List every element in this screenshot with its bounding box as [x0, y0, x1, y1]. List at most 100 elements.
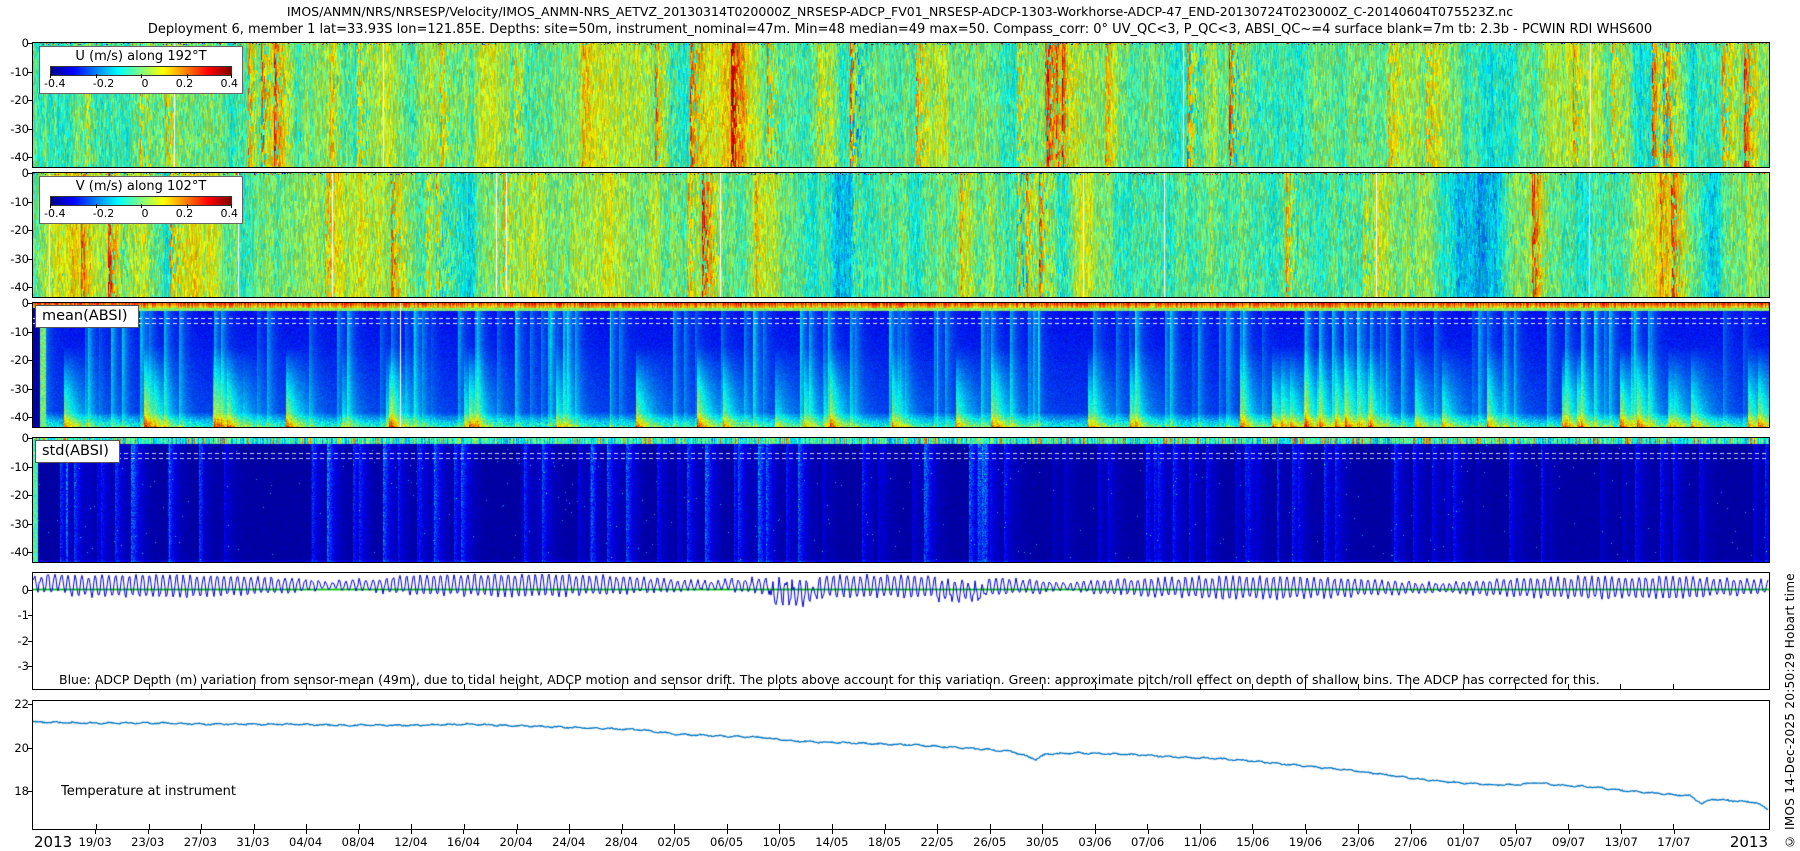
x-axis-tick-mark: [1568, 824, 1569, 829]
panel-temperature: Temperature at instrument 222018: [32, 700, 1770, 830]
x-axis-tick-label: 04/04: [289, 835, 322, 849]
x-axis-tick-mark: [517, 824, 518, 829]
panel-v-velocity: V (m/s) along 102°T -0.4-0.200.20.4 0-10…: [32, 172, 1770, 298]
x-axis-tick-mark: [1516, 830, 1517, 834]
y-axis-tick-mark: [28, 552, 33, 553]
y-axis-tick-label: -2: [0, 634, 29, 648]
copyright-watermark: © IMOS 14-Dec-2025 20:50:29 Hobart time: [1783, 573, 1797, 848]
v-colorbar-tick-labels: -0.4 -0.2 0 0.2 0.4: [44, 208, 238, 220]
y-axis-tick-mark: [28, 438, 33, 439]
y-axis-tick-mark: [28, 748, 33, 749]
x-axis-tick-mark: [306, 824, 307, 829]
y-axis-tick-mark: [28, 230, 33, 231]
x-axis-tick-label: 24/04: [552, 835, 585, 849]
x-axis-tick-label: 03/06: [1078, 835, 1111, 849]
panel-u-velocity: U (m/s) along 192°T -0.4-0.200.20.4 0-10…: [32, 42, 1770, 168]
y-axis-tick-mark: [28, 666, 33, 667]
figure-subtitle: Deployment 6, member 1 lat=33.93S lon=12…: [0, 22, 1800, 37]
y-axis-tick-mark: [28, 259, 33, 260]
x-axis-tick-mark: [1410, 824, 1411, 829]
colorbar-tick-label: 0.2: [176, 208, 194, 220]
x-axis-tick-label: 15/06: [1236, 835, 1269, 849]
colorbar-tick-label: -0.4: [44, 208, 65, 220]
x-axis-tick-mark: [1200, 830, 1201, 834]
depth-annotation: Blue: ADCP Depth (m) variation from sens…: [59, 672, 1600, 687]
x-axis-tick-mark: [1253, 830, 1254, 834]
u-velocity-heatmap: [33, 43, 1769, 167]
colorbar-tick-label: -0.4: [44, 78, 65, 90]
x-axis-tick-label: 28/04: [605, 835, 638, 849]
y-axis-tick-label: -3: [0, 659, 29, 673]
x-axis-tick-label: 26/05: [973, 835, 1006, 849]
x-axis-tick-label: 02/05: [657, 835, 690, 849]
y-axis-tick-mark: [28, 287, 33, 288]
y-axis-tick-mark: [28, 72, 33, 73]
x-axis-tick-label: 22/05: [921, 835, 954, 849]
x-axis-tick-mark: [1463, 830, 1464, 834]
x-axis-tick-mark: [1515, 824, 1516, 829]
u-colorbar-legend: U (m/s) along 192°T -0.4-0.200.20.4: [39, 46, 243, 94]
x-axis-tick-mark: [1042, 830, 1043, 834]
x-axis-tick-label: 19/06: [1289, 835, 1322, 849]
x-axis-tick-label: 23/06: [1342, 835, 1375, 849]
x-axis-tick-label: 12/04: [394, 835, 427, 849]
x-axis-tick-label: 23/03: [131, 835, 164, 849]
x-axis-tick-mark: [1569, 830, 1570, 834]
y-axis-tick-label: -10: [0, 65, 29, 79]
v-colorbar-title: V (m/s) along 102°T: [40, 179, 242, 195]
x-axis-tick-label: 19/03: [79, 835, 112, 849]
x-axis-tick-mark: [569, 830, 570, 834]
x-axis-tick-label: 06/05: [710, 835, 743, 849]
colorbar-tick-label: -0.2: [93, 208, 114, 220]
x-axis-tick-mark: [569, 824, 570, 829]
x-axis-tick-mark: [1252, 824, 1253, 829]
colorbar-tick-label: -0.2: [93, 78, 114, 90]
v-velocity-heatmap: [33, 173, 1769, 297]
x-axis-tick-mark: [779, 824, 780, 829]
y-axis-tick-label: -20: [0, 93, 29, 107]
colorbar-tick-label: 0.2: [176, 78, 194, 90]
x-axis-tick-mark: [1463, 824, 1464, 829]
colorbar-tick-label: 0: [141, 208, 148, 220]
y-axis-tick-label: -40: [0, 545, 29, 559]
std-absi-label-box: std(ABSI): [35, 440, 120, 463]
y-axis-tick-mark: [28, 202, 33, 203]
std-absi-heatmap: [33, 438, 1769, 562]
y-axis-tick-label: -30: [0, 517, 29, 531]
x-axis-tick-mark: [306, 830, 307, 834]
y-axis-tick-label: -20: [0, 223, 29, 237]
x-axis-tick-mark: [1411, 830, 1412, 834]
x-axis-tick-label: 13/07: [1605, 835, 1638, 849]
x-axis-tick-label: 05/07: [1499, 835, 1532, 849]
y-axis-tick-label: -30: [0, 122, 29, 136]
y-axis-tick-label: -30: [0, 252, 29, 266]
x-axis-tick-label: 18/05: [868, 835, 901, 849]
x-axis-tick-mark: [253, 830, 254, 834]
panel-mean-absi: mean(ABSI) 0-10-20-30-40: [32, 302, 1770, 428]
x-axis-tick-mark: [254, 824, 255, 829]
x-axis-tick-label: 10/05: [763, 835, 796, 849]
y-axis-tick-mark: [28, 332, 33, 333]
x-axis-tick-mark: [358, 830, 359, 834]
y-axis-tick-label: -40: [0, 410, 29, 424]
y-axis-tick-mark: [28, 43, 33, 44]
x-axis-tick-label: 31/03: [236, 835, 269, 849]
x-axis-tick-mark: [990, 830, 991, 834]
x-axis-tick-mark: [96, 824, 97, 829]
y-axis-tick-mark: [28, 590, 33, 591]
panel-depth-variation: Blue: ADCP Depth (m) variation from sens…: [32, 572, 1770, 690]
y-axis-tick-mark: [28, 360, 33, 361]
panel-std-absi: std(ABSI) 0-10-20-30-40: [32, 437, 1770, 563]
x-axis-tick-label: 14/05: [815, 835, 848, 849]
x-axis-tick-mark: [1620, 684, 1621, 689]
x-axis-tick-mark: [1306, 830, 1307, 834]
y-axis-tick-mark: [28, 495, 33, 496]
x-axis-tick-mark: [1673, 684, 1674, 689]
x-axis-tick-mark: [674, 830, 675, 834]
y-axis-tick-mark: [28, 100, 33, 101]
colorbar-tick-label: 0.4: [221, 208, 239, 220]
x-axis-tick-label: 16/04: [447, 835, 480, 849]
u-colorbar-title: U (m/s) along 192°T: [40, 49, 242, 65]
x-axis-tick-mark: [1674, 830, 1675, 834]
y-axis-tick-label: 22: [0, 697, 29, 711]
